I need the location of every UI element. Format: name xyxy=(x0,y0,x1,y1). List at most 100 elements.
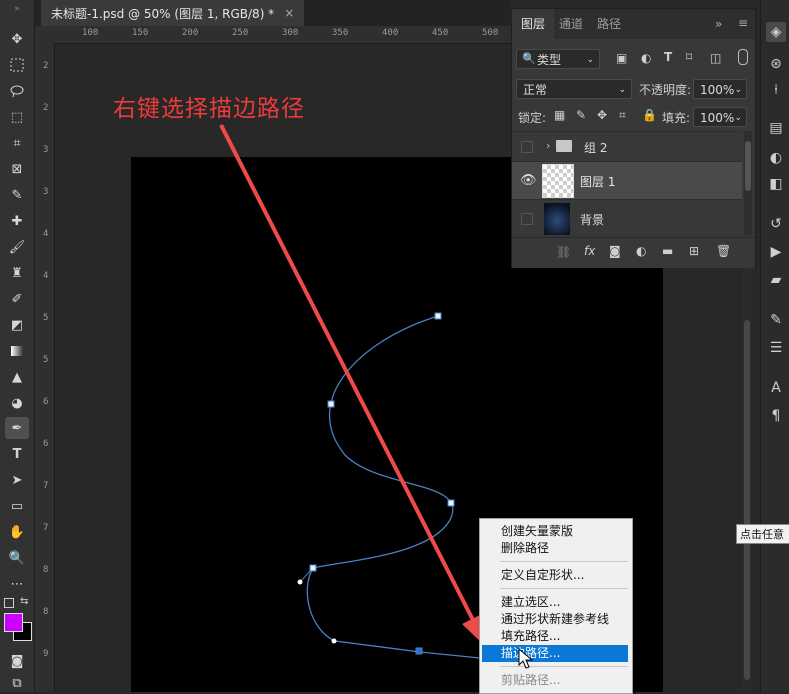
filter-type-label: 类型 xyxy=(537,53,562,67)
layers-panel-icon[interactable]: ◈ xyxy=(766,22,786,42)
crop-tool-icon[interactable]: ⌗ xyxy=(5,132,29,154)
fx-icon[interactable]: fx xyxy=(584,244,595,258)
clone-stamp-tool-icon[interactable]: ♜ xyxy=(5,262,29,284)
new-adjustment-icon[interactable]: ◐ xyxy=(636,244,646,258)
tab-channels[interactable]: 通道 xyxy=(550,9,592,39)
anchor-point xyxy=(327,400,335,408)
menu-item-define-custom-shape[interactable]: 定义自定形状... xyxy=(482,567,628,584)
gradient-tool-icon[interactable] xyxy=(5,340,29,362)
zoom-tool-icon[interactable]: 🔍 xyxy=(5,547,29,569)
screen-mode-icon[interactable]: ⧉ xyxy=(5,672,29,694)
filter-toggle[interactable] xyxy=(738,49,748,65)
add-mask-icon[interactable]: ◙ xyxy=(609,244,621,258)
swap-colors-icon[interactable]: ⇆ xyxy=(20,596,28,607)
collapse-panel-icon[interactable]: » xyxy=(715,17,722,31)
dodge-tool-icon[interactable]: ◕ xyxy=(5,392,29,414)
menu-item-clipping-path[interactable]: 剪贴路径... xyxy=(482,672,628,689)
tab-layers[interactable]: 图层 xyxy=(512,9,555,39)
eraser-tool-icon[interactable]: ◩ xyxy=(5,314,29,336)
fill-value: 100% xyxy=(700,111,735,125)
direction-handle-point xyxy=(331,638,337,644)
path-selection-tool-icon[interactable]: ➤ xyxy=(5,469,29,491)
shape-filter-icon[interactable]: ⌑ xyxy=(686,50,692,64)
quick-mask-icon[interactable]: ◙ xyxy=(5,650,29,672)
panel-dock: ◈ ⊛ ⍿ ▤ ◐ ◧ ↺ ▶ ▰ ✎ ☰ A ¶ xyxy=(760,0,789,692)
hand-tool-icon[interactable]: ✋ xyxy=(5,521,29,543)
direction-handle-point xyxy=(297,579,303,585)
image-filter-icon[interactable]: ▣ xyxy=(616,51,627,65)
visibility-toggle-off[interactable] xyxy=(521,213,533,225)
layer-row-group[interactable]: › 组 2 xyxy=(512,131,742,162)
toolbar-grip[interactable]: » xyxy=(5,4,29,14)
frame-tool-icon[interactable]: ⊠ xyxy=(5,158,29,180)
new-layer-icon[interactable]: ⊞ xyxy=(689,244,699,258)
brush-settings-icon[interactable]: ✎ xyxy=(766,310,786,330)
menu-item-make-selection[interactable]: 建立选区... xyxy=(482,594,628,611)
history-panel-icon[interactable]: ↺ xyxy=(766,214,786,234)
menu-separator xyxy=(500,588,628,589)
type-tool-icon[interactable]: T xyxy=(5,443,29,465)
visibility-toggle-off[interactable] xyxy=(521,141,533,153)
filter-type-select[interactable]: 🔍 类型 ⌄ xyxy=(516,49,600,69)
lock-transparent-icon[interactable]: ▦ xyxy=(554,108,565,122)
adjustments-panel-icon[interactable]: ◐ xyxy=(766,148,786,168)
healing-brush-tool-icon[interactable]: ✚ xyxy=(5,210,29,232)
chevron-right-icon[interactable]: › xyxy=(546,139,550,152)
menu-item-create-vector-mask[interactable]: 创建矢量蒙版 xyxy=(482,523,628,540)
work-path-curve xyxy=(306,315,481,659)
foreground-color-swatch[interactable] xyxy=(4,613,23,632)
mouse-cursor-icon xyxy=(518,648,534,669)
brush-tool-icon[interactable]: 🖌 xyxy=(5,236,29,258)
menu-item-stroke-path[interactable]: 描边路径... xyxy=(482,645,628,662)
layer-row-layer1[interactable]: 👁 图层 1 xyxy=(512,161,742,200)
paragraph-panel-icon[interactable]: ¶ xyxy=(766,406,786,426)
lock-position-icon[interactable]: ✥ xyxy=(597,108,607,122)
opacity-input[interactable]: 100% ⌄ xyxy=(693,79,747,99)
menu-item-new-guides-from-shape[interactable]: 通过形状新建参考线 xyxy=(482,611,628,628)
comments-panel-icon[interactable]: ▰ xyxy=(766,270,786,290)
eyedropper-tool-icon[interactable]: ✎ xyxy=(5,184,29,206)
rectangle-tool-icon[interactable]: ▭ xyxy=(5,495,29,517)
fill-input[interactable]: 100% ⌄ xyxy=(693,107,747,127)
layer-row-background[interactable]: 背景 xyxy=(512,199,742,238)
history-brush-tool-icon[interactable]: ✐ xyxy=(5,288,29,310)
lasso-tool-icon[interactable] xyxy=(5,80,29,102)
visibility-eye-icon[interactable]: 👁 xyxy=(520,173,537,188)
lock-image-icon[interactable]: ✎ xyxy=(576,108,586,122)
layers-bottom-bar: ⛓ fx ◙ ◐ ▬ ⊞ 🗑 xyxy=(512,237,755,268)
type-filter-icon[interactable]: T xyxy=(664,50,672,64)
anchor-point-selected xyxy=(415,647,423,655)
layer-name: 背景 xyxy=(580,213,605,227)
tooltip: 点击任意 xyxy=(736,524,789,544)
blend-mode-select[interactable]: 正常 ⌄ xyxy=(516,79,632,99)
layers-scrollbar[interactable] xyxy=(744,131,752,235)
adjustment-filter-icon[interactable]: ◐ xyxy=(641,51,651,65)
character-panel-icon[interactable]: A xyxy=(766,378,786,398)
channels-panel-icon[interactable]: ⊛ xyxy=(766,54,786,74)
marquee-tool-icon[interactable] xyxy=(5,54,29,76)
properties-panel-icon[interactable]: ◧ xyxy=(766,174,786,194)
default-colors-icon[interactable] xyxy=(4,598,14,608)
tab-paths[interactable]: 路径 xyxy=(588,9,630,39)
path-context-menu: 创建矢量蒙版 删除路径 定义自定形状... 建立选区... 通过形状新建参考线 … xyxy=(479,518,633,694)
scrollbar-thumb[interactable] xyxy=(745,141,751,191)
delete-layer-icon[interactable]: 🗑 xyxy=(716,244,731,258)
pen-tool-icon[interactable]: ✒ xyxy=(5,417,29,439)
actions-panel-icon[interactable]: ▶ xyxy=(766,242,786,262)
blur-tool-icon[interactable]: ▲ xyxy=(5,366,29,388)
link-layers-icon[interactable]: ⛓ xyxy=(556,245,571,259)
paths-panel-icon[interactable]: ⍿ xyxy=(766,80,786,100)
object-select-tool-icon[interactable]: ⬚ xyxy=(5,106,29,128)
panel-menu-icon[interactable]: ≡ xyxy=(738,16,748,30)
menu-item-fill-path[interactable]: 填充路径... xyxy=(482,628,628,645)
menu-item-delete-path[interactable]: 删除路径 xyxy=(482,540,628,557)
more-tools-icon[interactable]: ⋯ xyxy=(5,573,29,595)
layers-panel: 图层 通道 路径 » ≡ 🔍 类型 ⌄ ▣ ◐ T ⌑ ◫ 正常 ⌄ 不透明度:… xyxy=(511,8,756,268)
brushes-panel-icon[interactable]: ☰ xyxy=(766,338,786,358)
lock-artboard-icon[interactable]: ⌗ xyxy=(619,108,626,123)
smart-object-filter-icon[interactable]: ◫ xyxy=(710,51,721,65)
libraries-panel-icon[interactable]: ▤ xyxy=(766,118,786,138)
lock-all-icon[interactable]: 🔒 xyxy=(642,108,657,122)
move-tool-icon[interactable]: ✥ xyxy=(5,28,29,50)
new-group-icon[interactable]: ▬ xyxy=(662,244,673,258)
